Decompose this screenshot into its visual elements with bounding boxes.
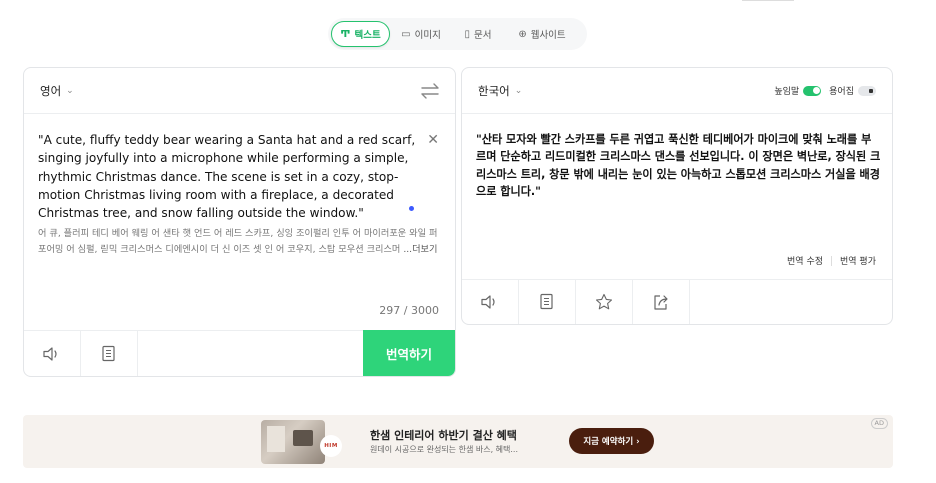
target-footer (462, 279, 892, 324)
ad-banner[interactable]: AD HIM 한샘 인테리어 하반기 결산 혜택 원데이 시공으로 완성되는 한… (23, 415, 893, 468)
source-copy-button[interactable] (81, 331, 138, 376)
tab-text-label: 텍스트 (354, 30, 381, 41)
favorite-button[interactable] (576, 280, 633, 324)
target-language-label: 한국어 (478, 83, 510, 98)
glossary-label: 용어집 (829, 87, 854, 97)
honorific-label: 높임말 (774, 87, 800, 97)
translation-result: "산타 모자와 빨간 스카프를 두른 귀엽고 푹신한 테디베어가 마이크에 맞춰… (476, 133, 881, 198)
source-text-input[interactable]: "A cute, fluffy teddy bear wearing a San… (38, 131, 418, 222)
tab-image[interactable]: ▭ 이미지 (390, 21, 452, 47)
source-listen-button[interactable] (24, 331, 81, 376)
globe-icon: ⊕ (518, 28, 527, 40)
chevron-down-icon: ⌄ (514, 85, 523, 96)
toggle-group: 높임말 용어집 (774, 84, 876, 97)
divider (831, 255, 833, 266)
tab-text[interactable]: Ͳ 텍스트 (331, 21, 390, 47)
pronunciation-body: 어 큐, 플러피 테디 베어 웨링 어 샌타 햇 언드 어 레드 스카프, 싱잉… (38, 228, 438, 256)
star-icon (595, 293, 613, 310)
source-panel: 영어 ⌄ "A cute, fluffy teddy bear wearing … (23, 67, 456, 377)
share-icon (654, 295, 668, 310)
rate-translation-link[interactable]: 번역 평가 (840, 254, 876, 267)
result-actions: 번역 수정 번역 평가 (787, 254, 876, 267)
ad-subtitle: 원데이 시공으로 완성되는 한샘 바스, 혜택... (370, 445, 519, 454)
target-language-select[interactable]: 한국어 ⌄ (478, 83, 522, 99)
document-icon: ▯ (464, 28, 471, 40)
translate-button[interactable]: 번역하기 (363, 330, 455, 376)
ad-image (261, 420, 325, 464)
target-header: 한국어 ⌄ 높임말 용어집 (462, 68, 892, 114)
tab-document[interactable]: ▯ 문서 (452, 21, 504, 47)
clear-icon[interactable]: ✕ (427, 132, 439, 148)
glossary-toggle[interactable] (858, 85, 876, 96)
source-language-label: 영어 (40, 83, 62, 98)
tab-website[interactable]: ⊕ 웹사이트 (504, 21, 580, 47)
ad-image-mirror (293, 430, 313, 446)
source-language-select[interactable]: 영어 ⌄ (40, 83, 74, 99)
notes-icon (540, 293, 553, 310)
more-link[interactable]: ...더보기 (403, 244, 437, 255)
ad-title: 한샘 인테리어 하반기 결산 혜택 (370, 429, 517, 442)
target-listen-button[interactable] (462, 280, 519, 324)
honorific-toggle[interactable] (803, 85, 822, 96)
tab-document-label: 문서 (474, 30, 492, 41)
target-panel: 한국어 ⌄ 높임말 용어집 "산타 모자와 빨간 스카프를 두른 귀엽고 푹신한… (461, 67, 893, 325)
tab-website-label: 웹사이트 (530, 30, 566, 41)
ad-cta-button[interactable]: 지금 예약하기 › (569, 428, 654, 454)
cursor-indicator (409, 206, 414, 211)
edit-translation-link[interactable]: 번역 수정 (787, 254, 823, 267)
mode-tabs: Ͳ 텍스트 ▭ 이미지 ▯ 문서 ⊕ 웹사이트 (328, 18, 587, 50)
char-count: 297 / 3000 (379, 304, 439, 317)
target-copy-button[interactable] (519, 280, 576, 324)
text-icon: Ͳ (340, 28, 351, 40)
ad-badge: AD (870, 418, 888, 429)
source-header: 영어 ⌄ (24, 68, 455, 114)
pronunciation-text: 어 큐, 플러피 테디 베어 웨링 어 샌타 햇 언드 어 레드 스카프, 싱잉… (38, 226, 440, 259)
tab-image-label: 이미지 (414, 30, 441, 41)
share-button[interactable] (633, 280, 690, 324)
ad-image-window (267, 426, 285, 452)
ad-logo: HIM (320, 435, 342, 457)
speaker-icon (481, 295, 495, 309)
swap-languages-icon[interactable] (419, 81, 441, 101)
image-icon: ▭ (401, 28, 411, 40)
top-divider (742, 0, 794, 1)
notes-icon (102, 345, 115, 361)
speaker-icon (43, 346, 57, 361)
chevron-down-icon: ⌄ (66, 85, 74, 96)
